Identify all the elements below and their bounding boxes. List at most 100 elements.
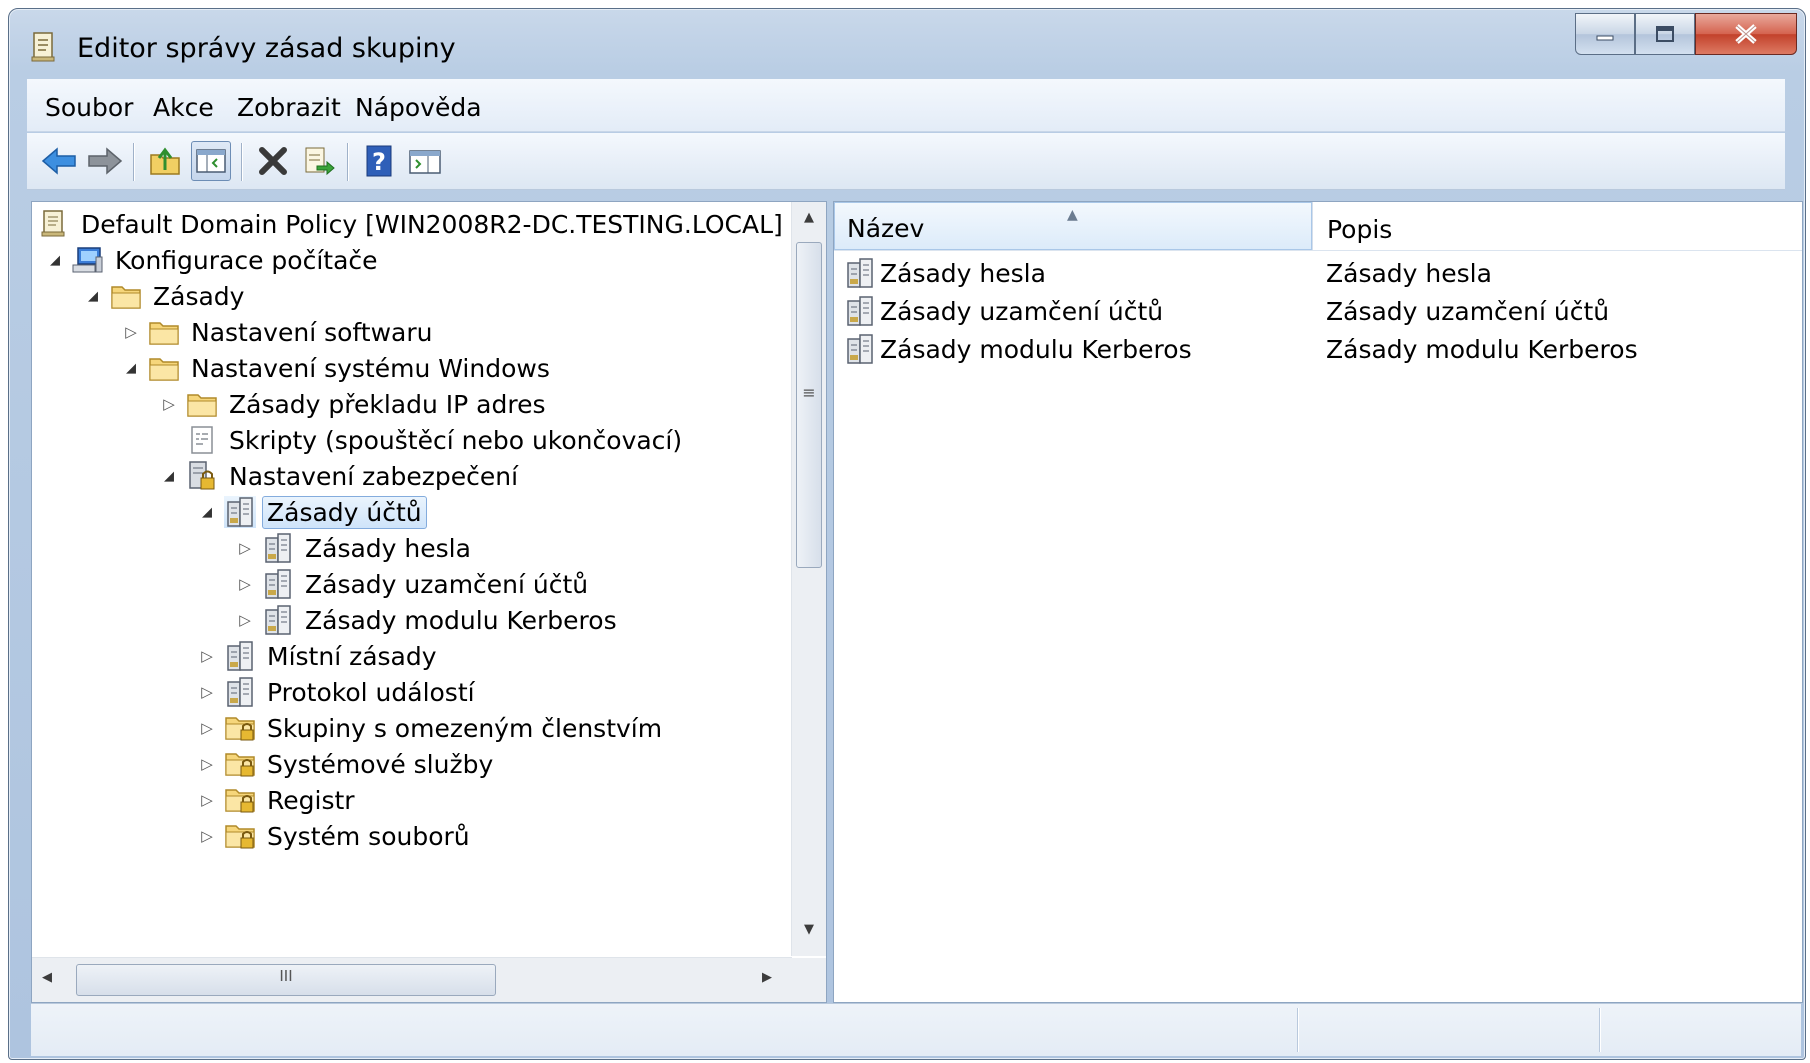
tree-item-label: Zásady překladu IP adres	[229, 389, 546, 419]
column-header-description[interactable]: Popis	[1312, 202, 1802, 250]
tree-vertical-scroll-thumb[interactable]: ≡	[796, 242, 822, 568]
tree-item-nastaveni-softwaru[interactable]: ▷ Nastavení softwaru	[118, 312, 437, 352]
toolbar: ?	[27, 133, 1785, 190]
grip-icon: III	[279, 967, 293, 985]
list-item-zasady-hesla[interactable]: Zásady hesla Zásady hesla	[834, 254, 1802, 292]
tree-item-label: Nastavení zabezpečení	[229, 461, 519, 491]
forward-button[interactable]	[85, 141, 125, 181]
up-folder-icon	[150, 147, 180, 175]
tree-vertical-scrollbar[interactable]: ▲ ≡ ▼	[791, 202, 826, 956]
tree-item-zasady-prekladu-ip-adres[interactable]: ▷ Zásady překladu IP adres	[156, 384, 551, 424]
tree-item-konfigurace-pocitace[interactable]: ◢ Konfigurace počítače	[42, 240, 383, 280]
list-item-zasady-uzamceni-uctu[interactable]: Zásady uzamčení účtů Zásady uzamčení účtů	[834, 292, 1802, 330]
expanded-arrow-icon[interactable]: ◢	[80, 276, 106, 316]
export-list-button[interactable]	[299, 141, 339, 181]
scroll-down-arrow-icon[interactable]: ▼	[792, 922, 826, 937]
tree-item-zasady-uzamceni-uctu[interactable]: ▷ Zásady uzamčení účtů	[232, 564, 593, 604]
list-item-zasady-modulu-kerberos[interactable]: Zásady modulu Kerberos Zásady modulu Kerb…	[834, 330, 1802, 368]
collapsed-arrow-icon[interactable]: ▷	[232, 564, 258, 604]
tree-item-nastaveni-zabezpeceni[interactable]: ◢ Nastavení zabezpečení	[156, 456, 523, 496]
menu-bar: Soubor Akce Zobrazit Nápověda	[27, 79, 1785, 132]
show-hide-action-pane-icon	[409, 150, 441, 174]
column-header-name[interactable]: ▲ Název	[834, 202, 1312, 250]
locked-folder-icon	[224, 712, 256, 744]
collapsed-arrow-icon[interactable]: ▷	[156, 384, 182, 424]
grip-icon: ≡	[802, 383, 816, 402]
policy-icon	[844, 295, 876, 327]
tree-item-zasady-hesla[interactable]: ▷ Zásady hesla	[232, 528, 476, 568]
details-list-pane: ▲ Název Popis Zásady hesla Zásady hesla Zá…	[833, 201, 1803, 1003]
title-bar[interactable]: Editor správy zásad skupiny	[9, 9, 1805, 75]
tree-horizontal-scrollbar[interactable]: ◀ III ▶	[32, 957, 792, 1002]
list-item-description: Zásady modulu Kerberos	[1326, 334, 1638, 364]
policy-icon	[224, 676, 256, 708]
list-item-name: Zásady hesla	[880, 258, 1046, 288]
toolbar-separator	[347, 143, 348, 181]
folder-icon	[148, 316, 180, 348]
tree-item-skupiny-s-omezenym-clenstvim[interactable]: ▷ Skupiny s omezeným členstvím	[194, 708, 667, 748]
list-header: ▲ Název Popis	[834, 202, 1802, 251]
expanded-arrow-icon[interactable]: ◢	[42, 240, 68, 280]
collapsed-arrow-icon[interactable]: ▷	[194, 708, 220, 748]
tree-item-mistni-zasady[interactable]: ▷ Místní zásady	[194, 636, 442, 676]
maximize-icon	[1656, 26, 1674, 42]
delete-button[interactable]	[253, 141, 293, 181]
minimize-button[interactable]	[1575, 13, 1635, 55]
collapsed-arrow-icon[interactable]: ▷	[232, 528, 258, 568]
scroll-right-arrow-icon[interactable]: ▶	[762, 970, 772, 985]
toolbar-separator	[133, 143, 134, 181]
show-hide-action-pane-button[interactable]	[405, 141, 445, 181]
show-hide-tree-icon	[196, 149, 226, 173]
expanded-arrow-icon[interactable]: ◢	[156, 456, 182, 496]
tree-horizontal-scroll-thumb[interactable]: III	[76, 964, 496, 996]
tree-item-label: Nastavení softwaru	[191, 317, 433, 347]
status-separator	[1599, 1008, 1600, 1052]
locked-folder-icon	[224, 748, 256, 780]
tree-item-zasady[interactable]: ◢ Zásady	[80, 276, 249, 316]
menu-soubor[interactable]: Soubor	[45, 93, 133, 122]
console-tree-pane: Default Domain Policy [WIN2008R2-DC.TEST…	[31, 201, 827, 1003]
collapsed-arrow-icon[interactable]: ▷	[232, 600, 258, 640]
tree-item-registr[interactable]: ▷ Registr	[194, 780, 360, 820]
collapsed-arrow-icon[interactable]: ▷	[194, 672, 220, 712]
tree-item-skripty-spousteci-nebo-ukoncovaci[interactable]: Skripty (spouštěcí nebo ukončovací)	[156, 420, 687, 460]
up-folder-button[interactable]	[145, 141, 185, 181]
close-button[interactable]	[1695, 13, 1797, 55]
tree-item-label: Zásady modulu Kerberos	[305, 605, 617, 635]
collapsed-arrow-icon[interactable]: ▷	[194, 816, 220, 856]
maximize-button[interactable]	[1635, 13, 1695, 55]
collapsed-arrow-icon[interactable]: ▷	[194, 636, 220, 676]
expanded-arrow-icon[interactable]: ◢	[194, 492, 220, 532]
tree-item-label: Systémové služby	[267, 749, 494, 779]
back-button[interactable]	[39, 141, 79, 181]
back-icon	[41, 147, 76, 175]
tree-item-label: Zásady	[153, 281, 245, 311]
collapsed-arrow-icon[interactable]: ▷	[194, 744, 220, 784]
tree-root-label: Default Domain Policy [WIN2008R2-DC.TEST…	[81, 209, 783, 239]
scroll-left-arrow-icon[interactable]: ◀	[42, 970, 52, 985]
list-item-name: Zásady modulu Kerberos	[880, 334, 1192, 364]
collapsed-arrow-icon[interactable]: ▷	[118, 312, 144, 352]
tree-item-label: Zásady hesla	[305, 533, 471, 563]
tree-item-system-souboru[interactable]: ▷ Systém souborů	[194, 816, 475, 856]
tree-item-protokol-udalosti[interactable]: ▷ Protokol událostí	[194, 672, 480, 712]
collapsed-arrow-icon[interactable]: ▷	[194, 780, 220, 820]
menu-akce[interactable]: Akce	[153, 93, 214, 122]
scroll-up-arrow-icon[interactable]: ▲	[792, 210, 826, 225]
tree-item-systemove-sluzby[interactable]: ▷ Systémové služby	[194, 744, 498, 784]
locked-folder-icon	[224, 784, 256, 816]
show-hide-tree-button[interactable]	[191, 141, 231, 181]
tree-item-nastaveni-systemu-windows[interactable]: ◢ Nastavení systému Windows	[118, 348, 555, 388]
tree-item-label: Systém souborů	[267, 821, 470, 851]
tree-root[interactable]: Default Domain Policy [WIN2008R2-DC.TEST…	[38, 204, 788, 244]
caption-buttons	[1575, 13, 1797, 55]
expanded-arrow-icon[interactable]: ◢	[118, 348, 144, 388]
tree-item-label: Konfigurace počítače	[115, 245, 378, 275]
policy-document-icon	[38, 208, 70, 240]
tree-item-zasady-uctu[interactable]: ◢ Zásady účtů	[194, 492, 427, 532]
menu-zobrazit[interactable]: Zobrazit	[237, 93, 341, 122]
help-button[interactable]: ?	[359, 141, 399, 181]
list-item-name: Zásady uzamčení účtů	[880, 296, 1164, 326]
menu-napoveda[interactable]: Nápověda	[355, 93, 482, 122]
tree-item-zasady-modulu-kerberos[interactable]: ▷ Zásady modulu Kerberos	[232, 600, 622, 640]
